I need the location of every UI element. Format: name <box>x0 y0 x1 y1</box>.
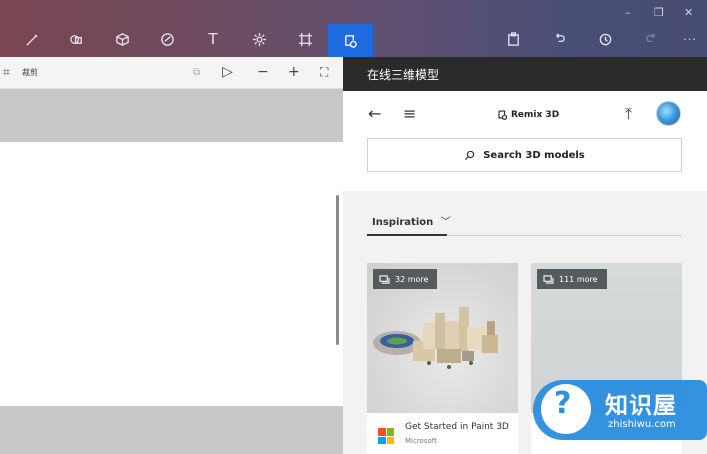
collection-icon <box>379 274 390 284</box>
image-view-icon[interactable]: ⛶ <box>320 65 328 80</box>
more-icon[interactable]: ··· <box>675 24 705 54</box>
3d-shapes-icon[interactable] <box>107 24 137 54</box>
hamburger-menu-icon[interactable]: ≡ <box>403 104 416 123</box>
zoom-in-icon[interactable]: + <box>288 64 300 80</box>
watermark-text: 知识屋 <box>605 393 677 419</box>
minimize-button[interactable]: – <box>625 6 631 19</box>
more-count: 32 more <box>395 274 429 284</box>
select-icon[interactable]: ⧉ <box>193 67 200 78</box>
drawing-canvas[interactable] <box>0 142 343 406</box>
paint-3d-window: – ❐ ✕ T ··· ⌗ 裁剪 ⧉ ▷ − + ⛶ 在线三维模型 ← ≡ Re… <box>0 0 707 454</box>
label-icon[interactable]: ▷ <box>222 64 233 80</box>
remix-3d-brand: Remix 3D <box>497 109 559 120</box>
watermark-url: zhishiwu.com <box>608 419 676 430</box>
model-thumbnail[interactable]: 32 more <box>367 263 518 413</box>
undo-icon[interactable] <box>544 24 574 54</box>
more-models-badge[interactable]: 111 more <box>537 269 607 289</box>
microsoft-logo-icon <box>378 428 394 444</box>
back-arrow-icon[interactable]: ← <box>368 104 381 123</box>
2d-shapes-icon[interactable] <box>61 24 91 54</box>
brush-icon[interactable] <box>17 24 47 54</box>
tab-label: Inspiration <box>372 217 434 228</box>
chevron-down-icon: ﹀ <box>440 217 451 228</box>
canvas-backdrop-top <box>0 89 343 142</box>
search-models-button[interactable]: Search 3D models <box>367 138 682 172</box>
panel-header: 在线三维模型 <box>343 57 707 91</box>
restore-button[interactable]: ❐ <box>654 6 664 19</box>
effects-icon[interactable] <box>244 24 274 54</box>
tab-active-indicator <box>367 234 447 236</box>
panel-title: 在线三维模型 <box>367 68 440 82</box>
remix-3d-icon[interactable] <box>328 24 373 57</box>
more-count: 111 more <box>559 274 598 284</box>
text-icon[interactable]: T <box>198 24 228 54</box>
question-mark-icon: ? <box>554 386 572 421</box>
canvas-backdrop-bottom <box>0 406 343 454</box>
avatar[interactable] <box>656 101 681 126</box>
collection-icon <box>543 274 554 284</box>
canvas-icon[interactable] <box>290 24 320 54</box>
zoom-out-icon[interactable]: − <box>257 64 269 80</box>
stickers-icon[interactable] <box>152 24 182 54</box>
crop-label[interactable]: 裁剪 <box>22 67 38 78</box>
watermark-logo: ? 知识屋 zhishiwu.com <box>533 380 707 440</box>
tab-inspiration[interactable]: Inspiration ﹀ <box>372 213 451 228</box>
crop-icon[interactable]: ⌗ <box>3 65 10 80</box>
top-toolbar: – ❐ ✕ T ··· <box>0 0 707 57</box>
search-placeholder: Search 3D models <box>483 149 585 161</box>
more-models-badge[interactable]: 32 more <box>373 269 438 289</box>
remix-logo-icon <box>498 110 508 120</box>
paste-icon[interactable] <box>498 24 528 54</box>
card-title[interactable]: Get Started in Paint 3D <box>405 422 509 432</box>
history-icon[interactable] <box>590 24 620 54</box>
model-card[interactable]: 32 more Get Started in Paint 3D Microsof… <box>367 263 518 454</box>
brand-label: Remix 3D <box>511 109 560 120</box>
close-button[interactable]: ✕ <box>684 6 693 19</box>
canvas-scrollbar[interactable] <box>336 195 339 345</box>
crop-toolbar: ⌗ 裁剪 ⧉ ▷ − + ⛶ <box>0 57 343 89</box>
redo-icon[interactable] <box>636 24 666 54</box>
card-author: Microsoft <box>405 437 437 445</box>
upload-icon[interactable]: ⤒ <box>625 104 632 124</box>
search-icon <box>465 150 475 160</box>
